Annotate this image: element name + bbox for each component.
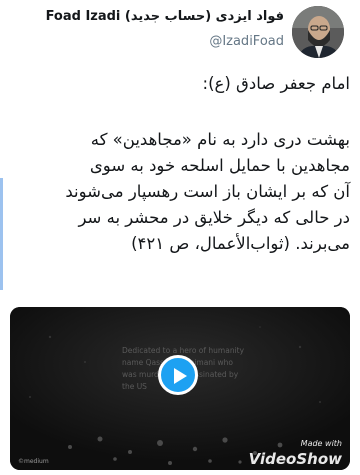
tweet-text-line-3: مجاهدین با حمایل اسلحه خود به سوی — [89, 156, 350, 175]
avatar[interactable] — [292, 6, 344, 58]
display-name[interactable]: Foad Izadi فواد ایزدی (حساب جدید) — [46, 9, 284, 24]
watermark-brand: VideoShow — [248, 450, 342, 468]
tweet-text-line-6: می‌برند. (ثواب‌الأعمال، ص ۴۲۱) — [131, 234, 350, 253]
watermark-made-with: Made with — [300, 439, 342, 448]
tweet-text-line-1: امام جعفر صادق (ع): — [202, 74, 350, 93]
video-credit: ©medium — [18, 458, 49, 465]
video-player[interactable]: Dedicated to a hero of humanity name Qas… — [10, 307, 350, 470]
left-edge-marker — [0, 178, 3, 290]
user-handle[interactable]: @IzadiFoad — [209, 34, 284, 49]
tweet-text-line-5: در حالی که دیگر خلایق در محشر به سر — [78, 208, 350, 227]
tweet-text-line-4: آن که بر ایشان باز است رهسپار می‌شوند — [65, 182, 350, 201]
play-button[interactable] — [158, 355, 198, 395]
user-avatar-icon — [292, 6, 344, 58]
tweet-text-line-2: بهشت دری دارد به نام «مجاهدین» که — [90, 130, 350, 149]
play-icon — [174, 368, 187, 384]
